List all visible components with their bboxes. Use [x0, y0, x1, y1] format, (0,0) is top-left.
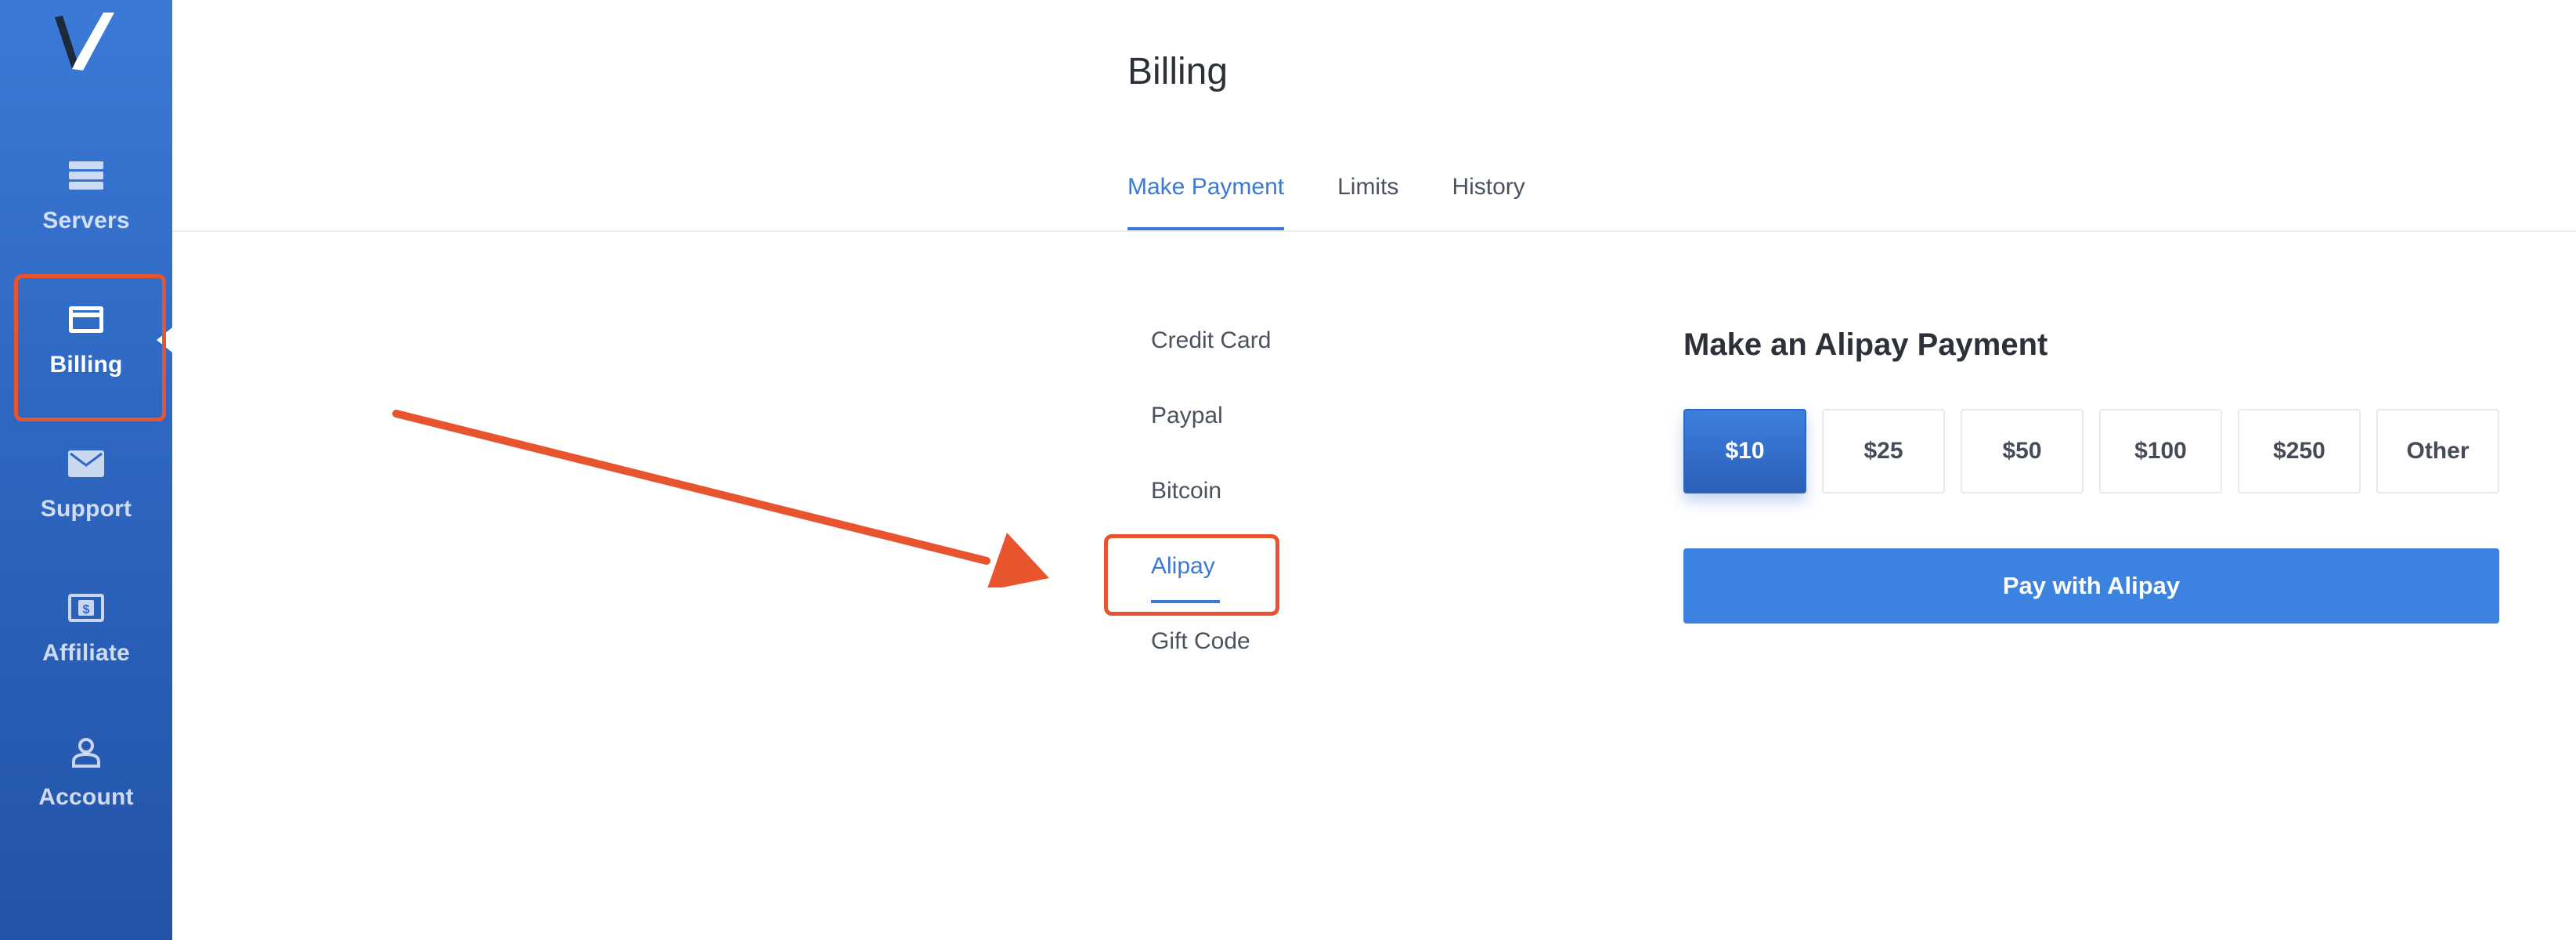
pay-with-alipay-button[interactable]: Pay with Alipay [1683, 548, 2499, 624]
tab-make-payment[interactable]: Make Payment [1127, 174, 1285, 230]
sidebar-item-label: Affiliate [42, 640, 130, 666]
payment-method-bitcoin[interactable]: Bitcoin [1151, 478, 1221, 504]
amount-option-25[interactable]: $25 [1822, 409, 1945, 494]
tabs-divider [172, 230, 2576, 232]
page-title: Billing [1127, 51, 1228, 92]
payment-method-paypal[interactable]: Paypal [1151, 403, 1223, 429]
amount-options: $10 $25 $50 $100 $250 Other [1683, 409, 2499, 494]
sidebar-item-affiliate[interactable]: $ Affiliate [0, 555, 172, 699]
sidebar-item-servers[interactable]: Servers [0, 122, 172, 266]
sidebar-item-account[interactable]: Account [0, 699, 172, 843]
amount-option-100[interactable]: $100 [2099, 409, 2222, 494]
tab-history[interactable]: History [1452, 174, 1524, 230]
panel-title: Make an Alipay Payment [1683, 327, 2048, 362]
sidebar-item-label: Servers [42, 208, 130, 233]
sidebar-item-label: Account [38, 784, 134, 810]
amount-option-other[interactable]: Other [2376, 409, 2499, 494]
sidebar-item-support[interactable]: Support [0, 410, 172, 555]
annotation-box-alipay [1104, 534, 1279, 616]
amount-option-10[interactable]: $10 [1683, 409, 1806, 494]
amount-option-250[interactable]: $250 [2238, 409, 2361, 494]
payment-method-credit-card[interactable]: Credit Card [1151, 327, 1271, 354]
sidebar-item-label: Support [40, 496, 132, 522]
sidebar: Servers Billing Support $ Affiliate Acco… [0, 0, 172, 940]
annotation-arrow-icon [392, 410, 1049, 588]
v-logo-icon[interactable] [49, 8, 124, 75]
payment-method-gift-code[interactable]: Gift Code [1151, 628, 1250, 655]
annotation-box-billing [14, 274, 166, 421]
dollar-bill-icon: $ [65, 587, 107, 629]
tab-limits[interactable]: Limits [1337, 174, 1398, 230]
servers-icon [65, 154, 107, 197]
envelope-icon [65, 443, 107, 485]
amount-option-50[interactable]: $50 [1961, 409, 2084, 494]
svg-text:$: $ [83, 603, 90, 616]
billing-tabs: Make Payment Limits History [1127, 174, 1525, 230]
user-icon [65, 731, 107, 773]
